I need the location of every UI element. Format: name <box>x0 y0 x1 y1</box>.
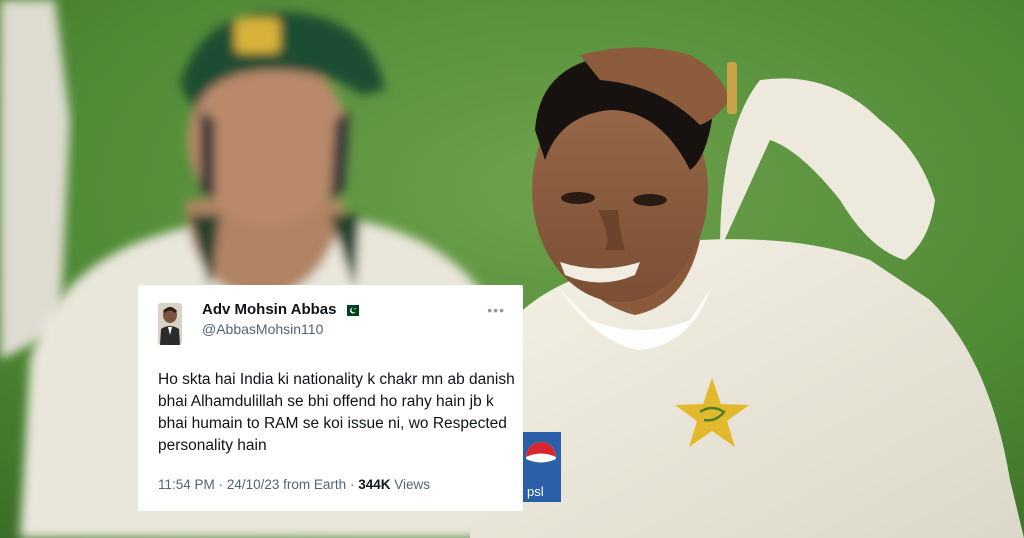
views-label: Views <box>394 477 431 492</box>
display-name[interactable]: Adv Mohsin Abbas <box>202 301 336 319</box>
views-count: 344K <box>358 477 391 492</box>
avatar[interactable] <box>158 303 182 345</box>
pakistan-flag-icon <box>343 304 360 316</box>
meta-separator: · <box>349 477 359 492</box>
tweet-meta: 11:54 PM · 24/10/23 from Earth · 344K Vi… <box>158 477 430 492</box>
name-row: Adv Mohsin Abbas <box>202 301 360 319</box>
tweet-text: Ho skta hai India ki nationality k chakr… <box>158 371 515 454</box>
pepsi-logo: psl <box>521 432 561 502</box>
tweet-date[interactable]: 24/10/23 <box>227 477 280 492</box>
tweet-card[interactable]: Adv Mohsin Abbas @AbbasMohsin110 ••• Ho … <box>138 285 523 511</box>
name-block: Adv Mohsin Abbas @AbbasMohsin110 <box>202 301 360 338</box>
shirt-logo-text: psl <box>527 484 544 499</box>
user-handle[interactable]: @AbbasMohsin110 <box>202 320 359 338</box>
ellipsis-icon[interactable]: ••• <box>487 303 505 317</box>
tweet-header: Adv Mohsin Abbas @AbbasMohsin110 ••• <box>158 301 505 345</box>
tweet-time[interactable]: 11:54 PM <box>158 477 215 492</box>
meta-separator: · <box>218 477 227 492</box>
tweet-source: from Earth <box>283 477 347 492</box>
